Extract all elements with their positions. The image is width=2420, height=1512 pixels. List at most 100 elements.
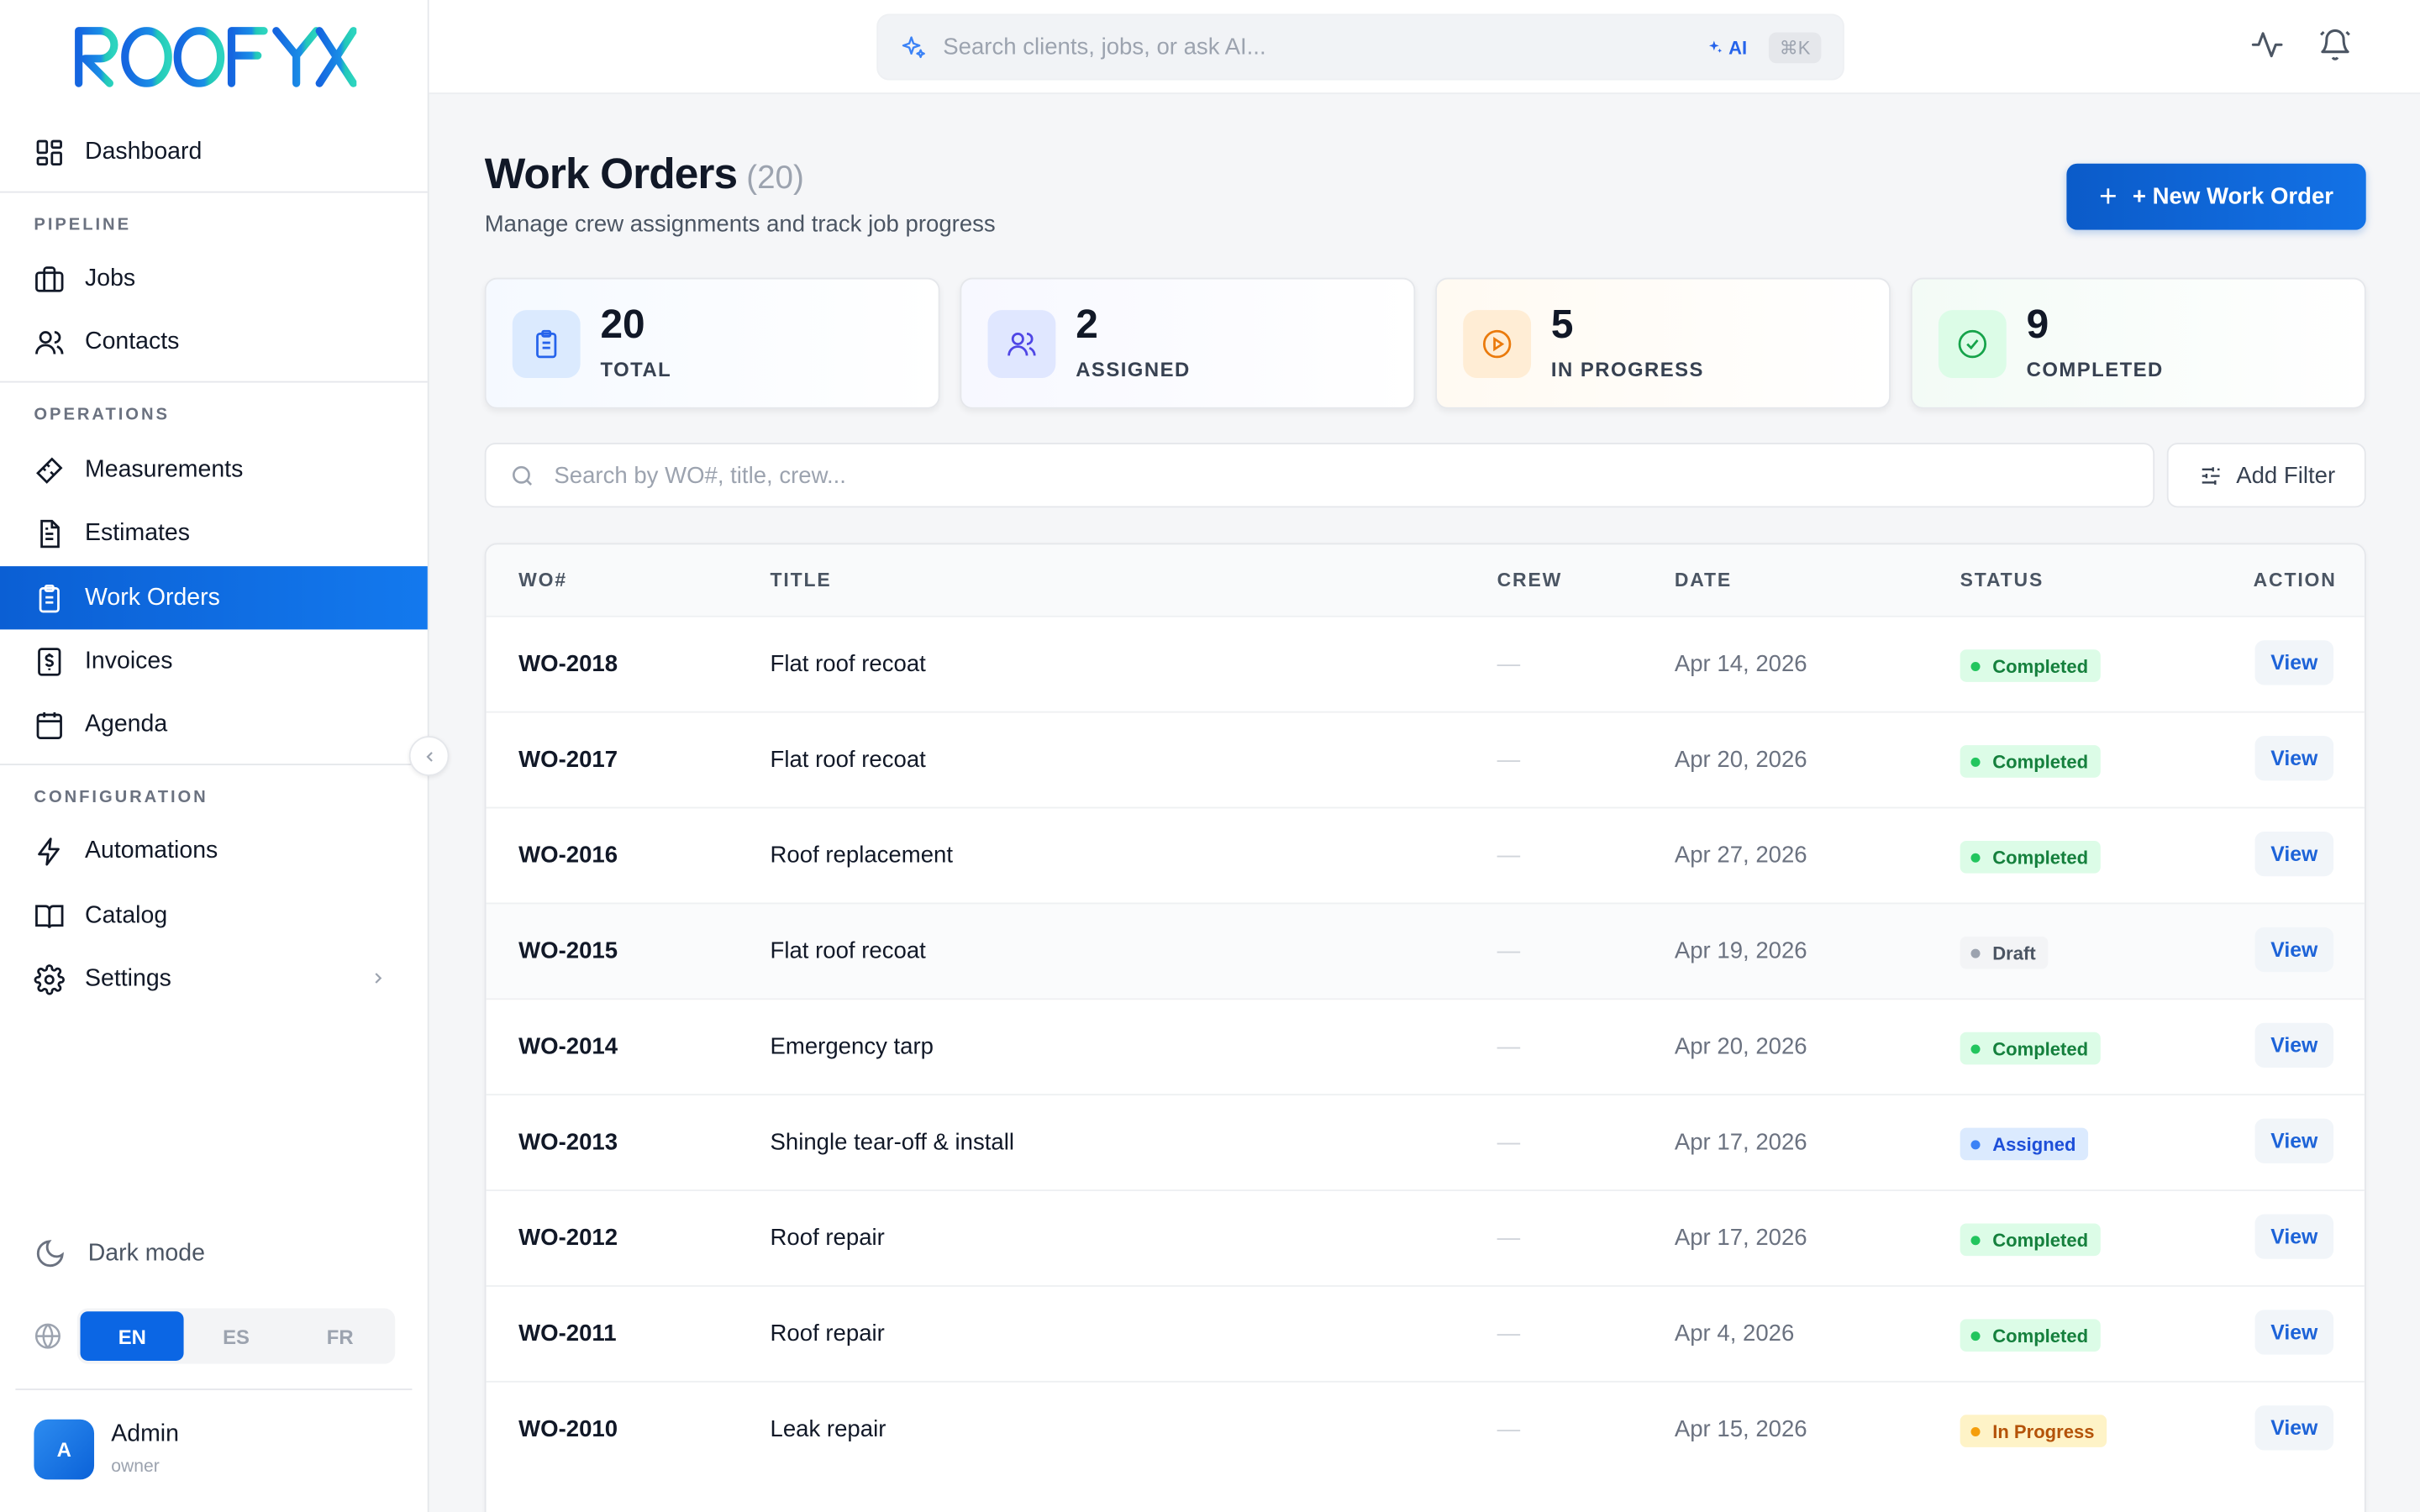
page-title-text: Work Orders	[484, 150, 738, 198]
work-orders-table: WO# TITLE CREW DATE STATUS ACTION WO-201…	[484, 543, 2366, 1512]
table-row[interactable]: WO-2012 Roof repair — Apr 17, 2026 Completed…	[486, 1189, 2365, 1286]
language-option-en[interactable]: EN	[80, 1311, 185, 1362]
table-row[interactable]: WO-2011 Roof repair — Apr 4, 2026 Completed V…	[486, 1285, 2365, 1381]
sidebar-item-measurements[interactable]: Measurements	[0, 438, 428, 501]
search-icon	[513, 465, 533, 486]
view-button[interactable]: View	[2254, 832, 2334, 877]
status-label: Draft	[1992, 942, 2036, 964]
status-dot	[1970, 1139, 1981, 1149]
sidebar-item-estimates[interactable]: Estimates	[0, 501, 428, 564]
section-label-configuration: CONFIGURATION	[34, 788, 208, 807]
view-button[interactable]: View	[2254, 1022, 2334, 1068]
language-option-es[interactable]: ES	[184, 1311, 288, 1361]
sidebar-item-label: Settings	[85, 964, 171, 992]
invoice-icon	[34, 646, 65, 677]
table-row[interactable]: WO-2018 Flat roof recoat — Apr 14, 2026 Comp…	[486, 615, 2365, 711]
table-row[interactable]: WO-2013 Shingle tear-off & install — Apr 17…	[486, 1094, 2365, 1190]
chevron-left-icon	[425, 751, 432, 761]
sidebar-item-contacts[interactable]: Contacts	[0, 310, 428, 373]
view-button[interactable]: View	[2254, 736, 2334, 781]
view-button[interactable]: View	[2254, 1405, 2334, 1451]
play-circle-icon	[1463, 310, 1532, 379]
table-row[interactable]: WO-2010 Leak repair — Apr 15, 2026 In Progre…	[486, 1380, 2365, 1477]
sidebar-item-automations[interactable]: Automations	[0, 819, 428, 882]
roofyx-logo[interactable]	[72, 22, 357, 90]
globe-icon	[34, 1323, 60, 1349]
collapse-sidebar-button[interactable]	[408, 736, 450, 776]
sidebar-item-work-orders[interactable]: Work Orders	[0, 566, 428, 630]
work-order-title: Flat roof recoat	[770, 937, 926, 964]
view-button[interactable]: View	[2254, 1118, 2334, 1163]
view-button[interactable]: View	[2254, 1310, 2334, 1355]
stat-card-in-progress[interactable]: 5 IN PROGRESS	[1435, 277, 1891, 409]
new-work-order-button[interactable]: + + New Work Order	[2066, 163, 2366, 230]
dark-mode-toggle[interactable]: Dark mode	[34, 1237, 205, 1270]
sidebar-item-label: Work Orders	[85, 584, 220, 611]
view-button[interactable]: View	[2254, 927, 2334, 973]
sidebar-item-catalog[interactable]: Catalog	[0, 884, 428, 947]
view-button[interactable]: View	[2254, 1214, 2334, 1259]
status-badge: Completed	[1960, 1032, 2101, 1065]
stat-value: 9	[2026, 301, 2049, 348]
language-option-fr[interactable]: FR	[288, 1311, 392, 1361]
users-icon	[987, 310, 1056, 379]
stat-card-completed[interactable]: 9 COMPLETED	[1910, 277, 2366, 409]
wo-number: WO-2018	[518, 651, 618, 678]
column-header-status[interactable]: STATUS	[1960, 570, 2044, 591]
sidebar-item-jobs[interactable]: Jobs	[0, 247, 428, 310]
column-header-date[interactable]: DATE	[1675, 570, 1732, 591]
dashboard-icon	[34, 137, 65, 168]
date-cell: Apr 20, 2026	[1674, 1033, 1807, 1060]
sidebar-item-label: Agenda	[85, 710, 168, 738]
ai-badge[interactable]: AI	[1707, 36, 1747, 58]
date-cell: Apr 19, 2026	[1674, 937, 1807, 964]
stat-card-assigned[interactable]: 2 ASSIGNED	[960, 277, 1416, 409]
activity-icon[interactable]	[2250, 28, 2284, 61]
bell-icon[interactable]	[2318, 28, 2352, 61]
wo-number: WO-2013	[518, 1129, 618, 1156]
date-cell: Apr 14, 2026	[1674, 651, 1807, 678]
crew-cell: —	[1497, 1416, 1521, 1443]
add-filter-button[interactable]: Add Filter	[2166, 443, 2366, 508]
stat-card-total[interactable]: 20 TOTAL	[484, 277, 940, 409]
global-search-input[interactable]: Search clients, jobs, or ask AI... AI ⌘K	[876, 13, 1844, 81]
column-header-crew[interactable]: CREW	[1497, 570, 1563, 591]
work-order-search-input[interactable]: Search by WO#, title, crew...	[484, 443, 2155, 508]
sidebar-item-invoices[interactable]: Invoices	[0, 629, 428, 692]
sidebar-item-label: Estimates	[85, 519, 191, 546]
view-button[interactable]: View	[2254, 640, 2334, 685]
sidebar-item-label: Measurements	[85, 455, 244, 482]
stat-value: 5	[1550, 301, 1574, 348]
wo-number: WO-2012	[518, 1225, 618, 1252]
wo-number: WO-2015	[518, 937, 618, 964]
sidebar-item-label: Automations	[85, 837, 218, 864]
document-icon	[34, 517, 65, 549]
table-row[interactable]: WO-2016 Roof replacement — Apr 27, 2026 Comp…	[486, 806, 2365, 903]
table-row[interactable]: WO-2014 Emergency tarp — Apr 20, 2026 Comple…	[486, 998, 2365, 1095]
user-role: owner	[111, 1457, 160, 1477]
work-order-title: Roof repair	[770, 1320, 885, 1347]
avatar[interactable]: A	[34, 1419, 95, 1480]
date-cell: Apr 17, 2026	[1674, 1225, 1807, 1252]
crew-cell: —	[1497, 1225, 1521, 1252]
status-badge: Completed	[1960, 745, 2101, 778]
lightning-icon	[34, 836, 65, 867]
sidebar-item-dashboard[interactable]: Dashboard	[0, 120, 428, 183]
sidebar-divider	[15, 1389, 413, 1390]
table-row[interactable]: WO-2017 Flat roof recoat — Apr 20, 2026 Comp…	[486, 711, 2365, 807]
sidebar-item-agenda[interactable]: Agenda	[0, 693, 428, 756]
column-header-wo[interactable]: WO#	[518, 570, 567, 591]
column-header-title[interactable]: TITLE	[771, 570, 832, 591]
crew-cell: —	[1497, 842, 1521, 869]
section-label-operations: OPERATIONS	[34, 406, 170, 425]
status-label: Completed	[1992, 654, 2089, 677]
check-circle-icon	[1938, 310, 2007, 379]
sidebar-item-settings[interactable]: Settings	[0, 948, 428, 1011]
sparkle-icon	[902, 35, 925, 58]
table-row[interactable]: WO-2015 Flat roof recoat — Apr 19, 2026 Draf…	[486, 902, 2365, 999]
sidebar-divider	[0, 381, 428, 383]
wo-number: WO-2017	[518, 746, 618, 774]
status-label: In Progress	[1992, 1420, 2095, 1442]
status-badge: Completed	[1960, 1223, 2101, 1257]
moon-icon	[34, 1237, 66, 1270]
